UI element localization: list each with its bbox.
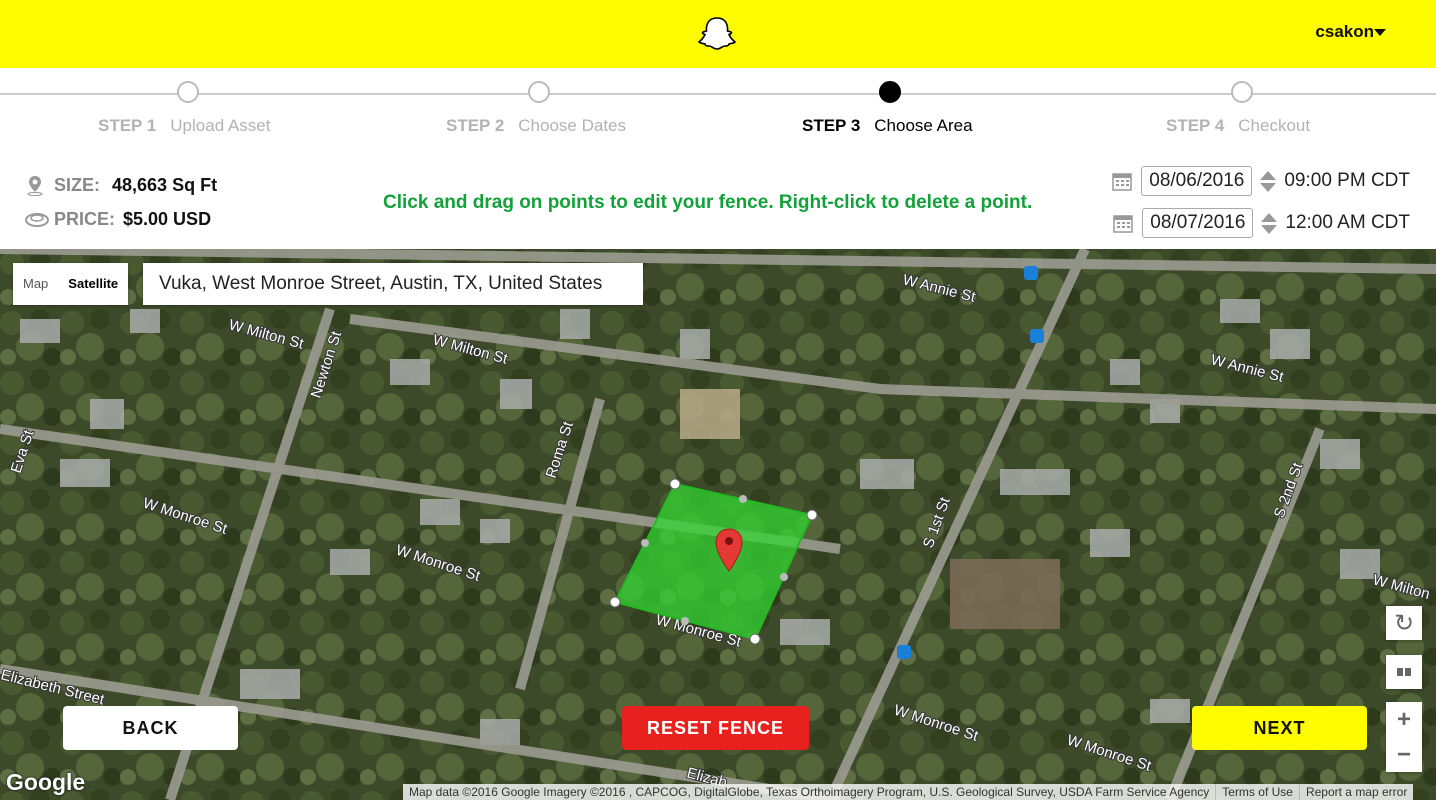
- reset-fence-button[interactable]: RESET FENCE: [622, 706, 809, 750]
- step-1-label[interactable]: STEP 1 Upload Asset: [98, 116, 270, 136]
- size-label: SIZE:: [54, 174, 101, 195]
- step-name: Choose Area: [874, 116, 973, 135]
- next-button[interactable]: NEXT: [1192, 706, 1367, 750]
- map-type-satellite[interactable]: Satellite: [58, 263, 128, 305]
- step-4-dot: [1231, 81, 1253, 103]
- calendar-icon[interactable]: [1112, 212, 1134, 234]
- top-bar: csakon: [0, 0, 1436, 68]
- pegman-icon[interactable]: [1386, 655, 1422, 689]
- step-name: Checkout: [1238, 116, 1311, 135]
- fence-vertex-handle[interactable]: [806, 509, 818, 521]
- map-attribution: Map data ©2016 Google Imagery ©2016 , CA…: [403, 784, 1414, 800]
- zoom-control: + −: [1386, 702, 1422, 772]
- end-time-stepper[interactable]: [1261, 212, 1278, 234]
- attribution-text: Map data ©2016 Google Imagery ©2016 , CA…: [409, 785, 1210, 799]
- chevron-down-icon[interactable]: [1374, 29, 1386, 36]
- chevron-down-icon[interactable]: [1260, 182, 1277, 192]
- zoom-out-button[interactable]: −: [1386, 737, 1422, 772]
- step-3-dot: [879, 81, 901, 103]
- step-number: STEP 1: [98, 116, 157, 135]
- step-2-dot: [528, 81, 550, 103]
- price-value: $5.00 USD: [123, 208, 212, 229]
- location-search-input[interactable]: Vuka, West Monroe Street, Austin, TX, Un…: [143, 263, 643, 305]
- start-datetime-row: 08/06/2016 09:00 PM CDT: [1111, 166, 1410, 196]
- step-name: Upload Asset: [170, 116, 271, 135]
- end-datetime-row: 08/07/2016 12:00 AM CDT: [1112, 208, 1410, 238]
- fence-midpoint-handle[interactable]: [641, 539, 649, 547]
- street-view-icon: [1397, 668, 1411, 676]
- map-type-map[interactable]: Map: [13, 263, 58, 305]
- size-value: 48,663 Sq Ft: [112, 174, 218, 195]
- step-number: STEP 3: [802, 116, 861, 135]
- back-button[interactable]: BACK: [63, 706, 238, 750]
- fence-vertex-handle[interactable]: [749, 633, 761, 645]
- snapchat-ghost-icon[interactable]: [698, 16, 736, 52]
- chevron-down-icon[interactable]: [1261, 224, 1278, 234]
- zoom-in-button[interactable]: +: [1386, 702, 1422, 737]
- start-time: 09:00 PM CDT: [1284, 170, 1410, 191]
- chevron-up-icon[interactable]: [1260, 170, 1277, 180]
- report-error-link[interactable]: Report a map error: [1298, 784, 1413, 800]
- step-4-label: STEP 4 Checkout: [1166, 116, 1310, 136]
- money-icon: [25, 213, 49, 227]
- end-date-input[interactable]: 08/07/2016: [1142, 208, 1254, 238]
- fence-midpoint-handle[interactable]: [739, 495, 747, 503]
- step-progress: STEP 1 Upload Asset STEP 2 Choose Dates ST…: [0, 68, 1436, 148]
- start-date-input[interactable]: 08/06/2016: [1141, 166, 1253, 196]
- terms-link[interactable]: Terms of Use: [1215, 784, 1299, 800]
- step-1-dot: [177, 81, 199, 103]
- step-number: STEP 2: [446, 116, 505, 135]
- location-pin-icon: [27, 176, 43, 196]
- chevron-up-icon[interactable]: [1261, 212, 1278, 222]
- price-label: PRICE:: [54, 208, 116, 229]
- progress-line: [0, 93, 1436, 95]
- fence-midpoint-handle[interactable]: [780, 573, 788, 581]
- end-time: 12:00 AM CDT: [1285, 212, 1410, 233]
- start-time-stepper[interactable]: [1260, 170, 1277, 192]
- fence-vertex-handle[interactable]: [609, 596, 621, 608]
- step-2-label[interactable]: STEP 2 Choose Dates: [446, 116, 626, 136]
- price-row: PRICE: $5.00 USD: [24, 208, 211, 230]
- username-menu[interactable]: csakon: [1315, 22, 1374, 42]
- step-number: STEP 4: [1166, 116, 1225, 135]
- fence-info-bar: SIZE: 48,663 Sq Ft PRICE: $5.00 USD Clic…: [0, 160, 1436, 248]
- calendar-icon[interactable]: [1111, 170, 1133, 192]
- map-type-toggle: Map Satellite: [13, 263, 129, 305]
- step-3-label: STEP 3 Choose Area: [802, 116, 973, 136]
- size-row: SIZE: 48,663 Sq Ft: [24, 174, 217, 196]
- google-logo[interactable]: Google: [6, 769, 85, 796]
- fence-vertex-handle[interactable]: [669, 478, 681, 490]
- fence-edit-hint: Click and drag on points to edit your fe…: [383, 192, 1033, 213]
- rotate-icon[interactable]: ↻: [1386, 606, 1422, 640]
- step-name: Choose Dates: [518, 116, 627, 135]
- fence-midpoint-handle[interactable]: [681, 617, 689, 625]
